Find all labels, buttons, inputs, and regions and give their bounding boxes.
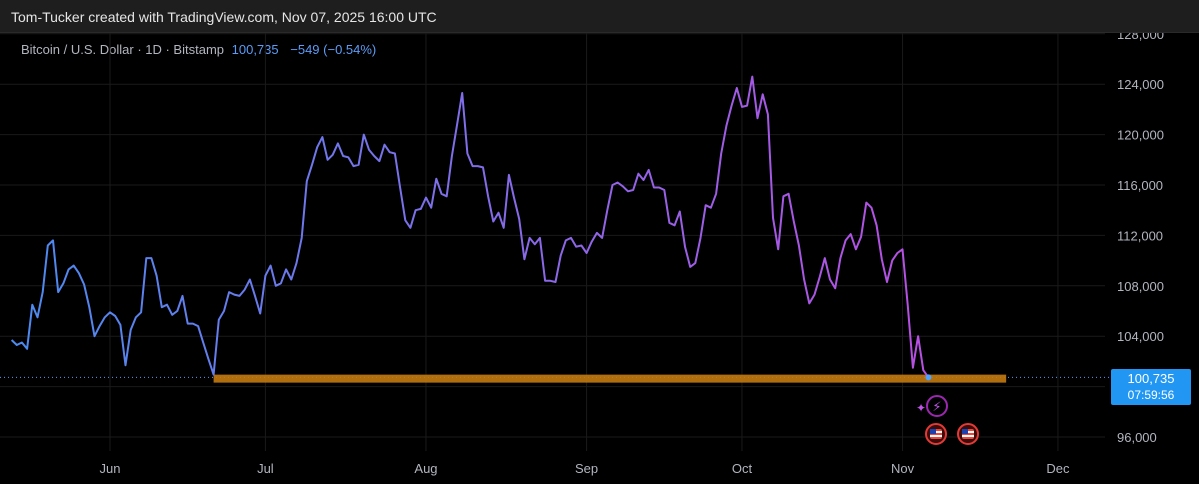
chart-header: Tom-Tucker created with TradingView.com,… bbox=[0, 0, 1199, 33]
support-band[interactable] bbox=[213, 374, 1007, 383]
price-tag-value: 100,735 bbox=[1127, 371, 1175, 386]
price-chart[interactable]: 96,000100,000104,000108,000112,000116,00… bbox=[0, 33, 1199, 484]
price-tag-countdown: 07:59:56 bbox=[1127, 388, 1175, 402]
y-tick-label: 104,000 bbox=[1117, 329, 1164, 344]
x-tick-label: Jul bbox=[257, 461, 274, 476]
y-tick-label: 128,000 bbox=[1117, 33, 1164, 42]
us-flag-icon[interactable] bbox=[957, 423, 979, 445]
y-tick-label: 120,000 bbox=[1117, 128, 1164, 143]
x-tick-label: Jun bbox=[100, 461, 121, 476]
x-tick-label: Aug bbox=[414, 461, 437, 476]
y-tick-label: 96,000 bbox=[1117, 430, 1157, 445]
us-flag-icon[interactable] bbox=[925, 423, 947, 445]
header-title: Tom-Tucker created with TradingView.com,… bbox=[11, 9, 437, 25]
x-tick-label: Oct bbox=[732, 461, 753, 476]
price-series-line bbox=[10, 75, 930, 378]
y-tick-label: 124,000 bbox=[1117, 77, 1164, 92]
x-axis[interactable]: Jun Jul Aug Sep Oct Nov Dec bbox=[100, 461, 1070, 476]
last-price-point bbox=[925, 374, 932, 381]
chart-grid bbox=[0, 33, 1105, 451]
lightning-icon[interactable]: ⚡ bbox=[926, 395, 948, 417]
price-tag: 100,735 07:59:56 bbox=[1111, 369, 1191, 405]
x-tick-label: Dec bbox=[1046, 461, 1070, 476]
y-tick-label: 108,000 bbox=[1117, 279, 1164, 294]
y-tick-label: 116,000 bbox=[1117, 178, 1163, 193]
y-tick-label: 112,000 bbox=[1117, 228, 1163, 243]
x-tick-label: Sep bbox=[575, 461, 598, 476]
spark-icon: ✦ bbox=[916, 401, 927, 415]
x-tick-label: Nov bbox=[891, 461, 915, 476]
